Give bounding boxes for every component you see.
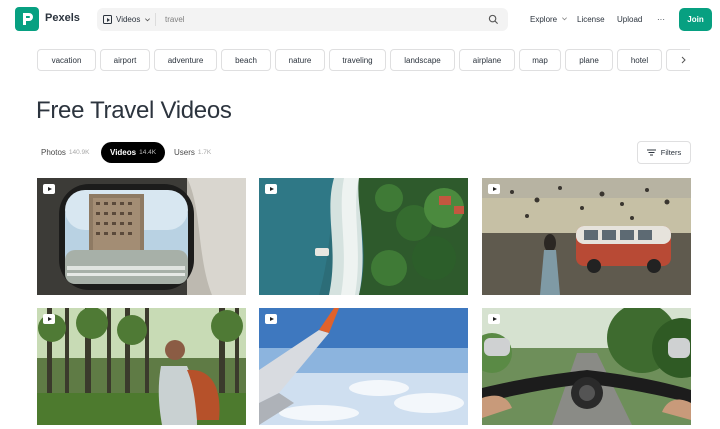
chip-map[interactable]: map [519,49,561,71]
nav-explore-label: Explore [530,15,558,24]
chip-traveling[interactable]: traveling [329,49,386,71]
chip-plane[interactable]: plane [565,49,613,71]
chip-adventure[interactable]: adventure [154,49,217,71]
chips-scroll-right-icon[interactable] [666,49,690,71]
tab-photos-count: 140.9K [68,149,90,156]
nav-upload[interactable]: Upload [617,15,642,24]
search-icon[interactable] [488,14,499,25]
logo-text[interactable]: Pexels [45,12,80,24]
chip-vacation[interactable]: vacation [37,49,96,71]
tab-photos[interactable]: Photos 140.9K [41,142,90,163]
search-type-label: Videos [116,15,141,24]
page-title: Free Travel Videos [36,97,232,124]
nav-license[interactable]: License [577,15,605,24]
filters-label: Filters [660,148,682,157]
motorcycle-road-image [482,308,691,425]
tab-users-label: Users [174,148,195,157]
video-thumbnail[interactable] [37,308,246,425]
video-thumbnail[interactable] [482,178,691,295]
filters-button[interactable]: Filters [637,141,691,164]
hiker-forest-image [37,308,246,425]
chevron-down-icon [145,18,151,22]
filter-icon [646,149,656,156]
tab-videos-count: 14.4K [139,149,157,156]
chip-beach[interactable]: beach [221,49,271,71]
video-thumbnail[interactable] [259,178,468,295]
chip-airplane[interactable]: airplane [459,49,515,71]
chip-airport[interactable]: airport [100,49,150,71]
coastline-aerial-image [259,178,468,295]
airplane-wing-sky-image [259,308,468,425]
search-bar: Videos [97,8,508,31]
video-badge-icon [488,184,500,194]
chevron-down-icon [562,17,568,21]
tab-photos-label: Photos [41,148,66,157]
van-hot-air-balloons-image [482,178,691,295]
search-type-dropdown[interactable]: Videos [103,8,151,31]
nav-explore[interactable]: Explore [530,15,568,24]
video-icon [103,15,112,24]
join-button[interactable]: Join [679,8,712,31]
video-badge-icon [488,314,500,324]
video-badge-icon [43,184,55,194]
video-badge-icon [265,184,277,194]
search-input[interactable] [165,12,465,27]
top-navbar: Pexels Videos Explore License Upload ···… [0,0,720,40]
tab-users-count: 1.7K [197,149,212,156]
tab-videos-label: Videos [110,148,137,157]
more-menu-icon[interactable]: ··· [657,15,665,24]
video-badge-icon [265,314,277,324]
video-badge-icon [43,314,55,324]
chip-hotel[interactable]: hotel [617,49,662,71]
chip-nature[interactable]: nature [275,49,325,71]
tab-users[interactable]: Users 1.7K [174,142,211,163]
video-thumbnail[interactable] [259,308,468,425]
search-divider [155,13,156,26]
video-thumbnail[interactable] [482,308,691,425]
tab-videos[interactable]: Videos 14.4K [101,142,166,163]
video-thumbnail[interactable] [37,178,246,295]
chip-landscape[interactable]: landscape [390,49,455,71]
airplane-window-image [37,178,246,295]
pexels-logo-icon[interactable] [15,7,39,31]
chevron-right-icon [681,56,686,64]
